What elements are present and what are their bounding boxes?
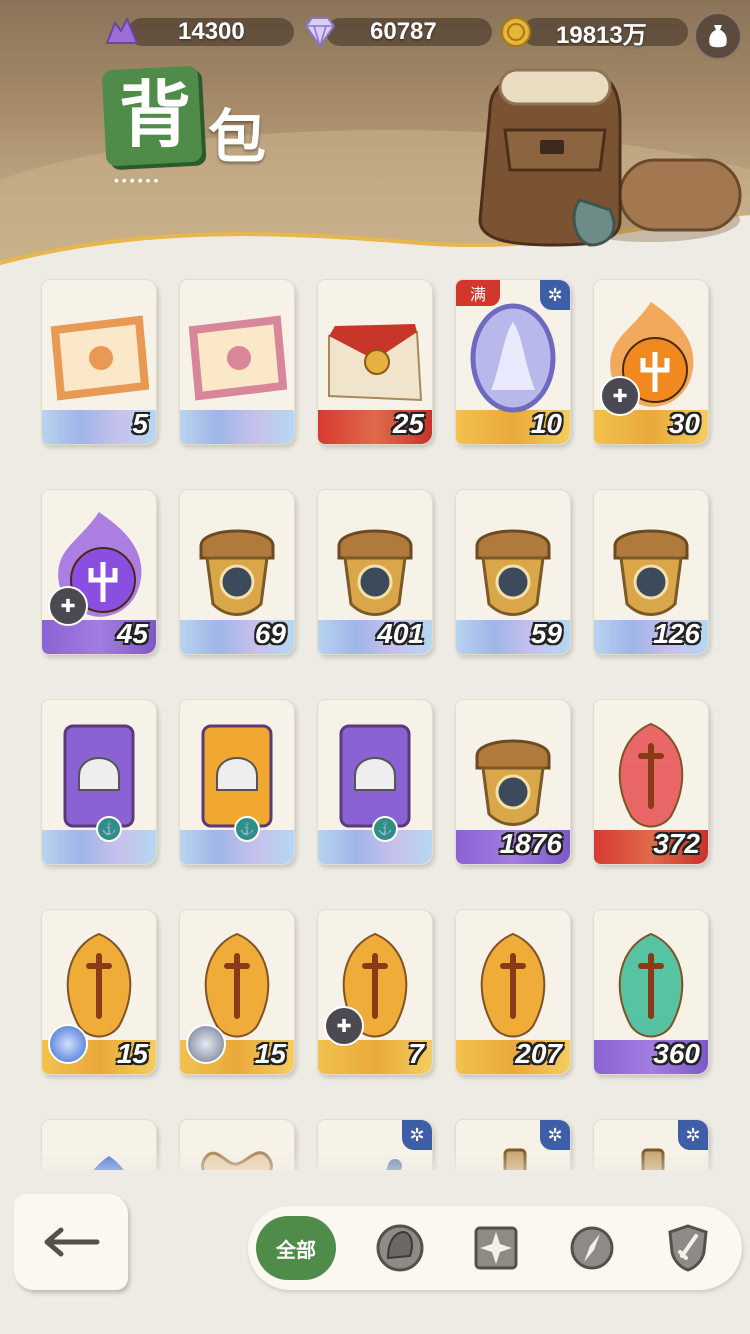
acorn-star-icon: [601, 506, 701, 626]
currency-crystal-value: 14300: [178, 18, 245, 45]
puzzle-icon: ✚: [48, 586, 88, 626]
red-envelope-icon: [325, 296, 425, 416]
currency-diamond-value: 60787: [370, 18, 437, 45]
green-key-crystal-icon: [601, 926, 701, 1046]
mirror-medal-icon: [463, 296, 563, 416]
gold-helmet-ticket-icon: [187, 716, 287, 836]
item-card[interactable]: 15: [41, 909, 157, 1075]
snowflake-icon: ✲: [678, 1120, 708, 1150]
item-count: 10: [530, 408, 562, 439]
item-card[interactable]: 207: [455, 909, 571, 1075]
item-count: 360: [653, 1038, 700, 1069]
item-card[interactable]: ⚓: [179, 699, 295, 865]
money-bag-icon: [709, 25, 727, 48]
tab-all[interactable]: 全部: [256, 1216, 336, 1280]
puzzle-icon: ✚: [600, 376, 640, 416]
item-card[interactable]: [179, 279, 295, 445]
item-count: 7: [408, 1038, 424, 1069]
item-count: 30: [668, 408, 700, 439]
shuriken-icon: [474, 1226, 518, 1270]
backpack-illustration: [478, 68, 742, 247]
item-count: 59: [530, 618, 562, 649]
tab-helmet[interactable]: [368, 1216, 432, 1280]
item-count: 15: [254, 1038, 286, 1069]
acorn-leaf-icon: [463, 506, 563, 626]
anchor-icon: ⚓: [372, 816, 398, 842]
helmet-icon: [376, 1224, 424, 1272]
snowflake-icon: ✲: [540, 1120, 570, 1150]
currency-crystal: 14300: [104, 12, 294, 52]
item-card[interactable]: 126: [593, 489, 709, 655]
item-count: 401: [377, 618, 424, 649]
item-card[interactable]: 59: [455, 489, 571, 655]
item-card[interactable]: 401: [317, 489, 433, 655]
item-count: 69: [254, 618, 286, 649]
item-card[interactable]: ⚓: [41, 699, 157, 865]
tab-shield[interactable]: [656, 1216, 720, 1280]
title-char-1: 背: [118, 76, 191, 156]
anchor-icon: ⚓: [234, 816, 260, 842]
avatar: [186, 1024, 226, 1064]
item-card[interactable]: 372: [593, 699, 709, 865]
purple-crystal-icon: [104, 14, 140, 50]
item-card[interactable]: ⚓: [317, 699, 433, 865]
title-char-2: 包: [208, 105, 267, 170]
purple-helmet-ticket-icon: [49, 716, 149, 836]
item-card[interactable]: ✚ 30: [593, 279, 709, 445]
acorn-eye-icon: [187, 506, 287, 626]
full-badge: 满: [456, 280, 500, 306]
currency-gold: 19813万: [498, 12, 688, 52]
item-count: 207: [515, 1038, 562, 1069]
item-count: 372: [653, 828, 700, 859]
item-card[interactable]: 满 ✲ 10: [455, 279, 571, 445]
item-card[interactable]: 5: [41, 279, 157, 445]
anchor-icon: ⚓: [96, 816, 122, 842]
gold-key-crystal-icon: [463, 926, 563, 1046]
item-count: 5: [132, 408, 148, 439]
gold-coin-icon: [498, 14, 534, 50]
item-count: 15: [116, 1038, 148, 1069]
item-card[interactable]: 25: [317, 279, 433, 445]
tab-all-label: 全部: [276, 1239, 316, 1262]
purple-helmet-ticket-icon: [325, 716, 425, 836]
acorn-target-icon: [325, 506, 425, 626]
item-card[interactable]: ✚ 7: [317, 909, 433, 1075]
item-card[interactable]: 360: [593, 909, 709, 1075]
red-key-crystal-icon: [601, 716, 701, 836]
acorn-diamond-icon: [463, 716, 563, 836]
shield-sword-icon: [668, 1224, 708, 1272]
orange-ticket-icon: [49, 296, 150, 416]
back-button[interactable]: [14, 1194, 128, 1290]
tab-compass[interactable]: [560, 1216, 624, 1280]
arrow-left-icon: [44, 1227, 100, 1257]
item-card[interactable]: ✚ 45: [41, 489, 157, 655]
tab-shuriken[interactable]: [464, 1216, 528, 1280]
item-card[interactable]: 15: [179, 909, 295, 1075]
item-card[interactable]: 69: [179, 489, 295, 655]
snowflake-icon: ✲: [402, 1120, 432, 1150]
puzzle-icon: ✚: [324, 1006, 364, 1046]
item-count: 126: [653, 618, 700, 649]
title-dots: ••••••: [114, 172, 162, 188]
item-count: 1876: [499, 828, 562, 859]
currency-diamond: 60787: [302, 12, 492, 52]
avatar: [48, 1024, 88, 1064]
item-card[interactable]: 1876: [455, 699, 571, 865]
header-banner: 14300 60787 19813万 背 包 ••••••: [0, 0, 750, 290]
snowflake-icon: ✲: [540, 280, 570, 310]
diamond-icon: [302, 14, 338, 50]
category-tabs: 全部: [248, 1206, 742, 1290]
item-count: 45: [116, 618, 148, 649]
compass-icon: [570, 1226, 614, 1270]
pink-ticket-icon: [187, 296, 288, 416]
currency-gold-value: 19813万: [556, 21, 647, 49]
item-count: 25: [392, 408, 424, 439]
